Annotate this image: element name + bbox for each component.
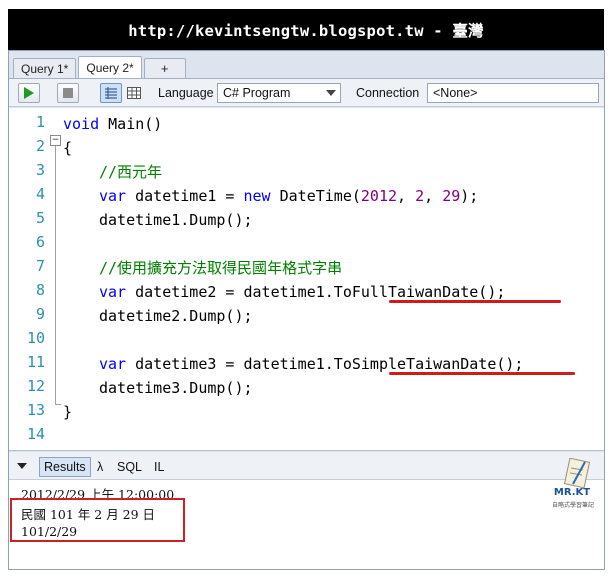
code-line-5: datetime1.Dump(); [99, 211, 253, 229]
toolbar: Language C# Program Connection <None> [9, 78, 604, 107]
results-output: 2012/2/29 上午 12:00:00 民國 101 年 2 月 29 日 … [9, 480, 604, 569]
code-line-4: var datetime1 = new DateTime(2012, 2, 29… [99, 187, 479, 205]
run-button[interactable] [18, 83, 40, 103]
logo-text: MR.KT [553, 487, 591, 498]
highlight-underline [389, 372, 575, 375]
tab-query-1[interactable]: Query 1* [13, 58, 77, 78]
line-number: 12 [26, 377, 45, 395]
language-select[interactable]: C# Program [217, 83, 341, 103]
logo-subtitle: 自略式學習筆記 [551, 502, 594, 509]
code-line-13: } [63, 403, 73, 421]
code-line-2: { [63, 139, 73, 157]
fold-guide [55, 141, 56, 405]
line-number: 6 [35, 233, 45, 251]
fold-end-marker [55, 404, 61, 405]
line-number: 4 [35, 185, 45, 203]
code-line-9: datetime2.Dump(); [99, 307, 253, 325]
query-tabs: Query 1* Query 2* + [13, 56, 188, 78]
grid-icon [127, 87, 141, 99]
language-label: Language [158, 86, 214, 100]
add-query-tab[interactable]: + [143, 58, 186, 78]
collapse-results-icon[interactable] [17, 463, 27, 469]
line-number: 2 [35, 137, 45, 155]
code-editor[interactable]: 1 2 3 4 5 6 7 8 9 10 11 12 13 14 − void … [9, 108, 604, 451]
play-icon [24, 87, 34, 99]
tab-lambda[interactable]: λ [97, 457, 103, 477]
tab-query-2[interactable]: Query 2* [78, 56, 142, 78]
line-number-gutter: 1 2 3 4 5 6 7 8 9 10 11 12 13 14 [9, 108, 47, 450]
stop-button[interactable] [57, 83, 79, 103]
code-text: void Main() { //西元年 var datetime1 = new … [63, 108, 603, 421]
connection-label: Connection [356, 86, 420, 100]
linqpad-window: Query 1* Query 2* + Language C# Program … [8, 50, 605, 570]
highlight-underline [389, 300, 561, 303]
code-line-12: datetime3.Dump(); [99, 379, 253, 397]
line-number: 14 [26, 425, 45, 443]
results-to-grid-button[interactable] [123, 83, 145, 103]
highlight-box [10, 498, 185, 542]
tab-sql[interactable]: SQL [117, 457, 142, 477]
line-number: 8 [35, 281, 45, 299]
connection-value: <None> [433, 86, 478, 100]
line-number: 10 [26, 329, 45, 347]
tab-il[interactable]: IL [154, 457, 164, 477]
results-panel-tabs: Results λ SQL IL [9, 452, 604, 480]
line-number: 1 [35, 113, 45, 131]
line-number: 13 [26, 401, 45, 419]
chevron-down-icon [326, 90, 336, 96]
line-number: 7 [35, 257, 45, 275]
line-number: 3 [35, 161, 45, 179]
blog-banner: http://kevintsengtw.blogspot.tw - 臺灣 [8, 9, 604, 50]
stop-icon [63, 88, 73, 98]
tab-results[interactable]: Results [39, 457, 91, 477]
code-line-7: //使用擴充方法取得民國年格式字串 [99, 259, 343, 277]
connection-select[interactable]: <None> [427, 83, 599, 103]
code-line-3: //西元年 [99, 163, 163, 181]
line-number: 11 [26, 353, 45, 371]
line-number: 9 [35, 305, 45, 323]
line-number: 5 [35, 209, 45, 227]
collapse-icon[interactable]: − [50, 135, 61, 146]
code-line-1: void Main() [63, 115, 163, 133]
text-list-icon [105, 87, 117, 99]
results-to-rich-text-button[interactable] [100, 83, 122, 103]
language-value: C# Program [223, 86, 291, 100]
